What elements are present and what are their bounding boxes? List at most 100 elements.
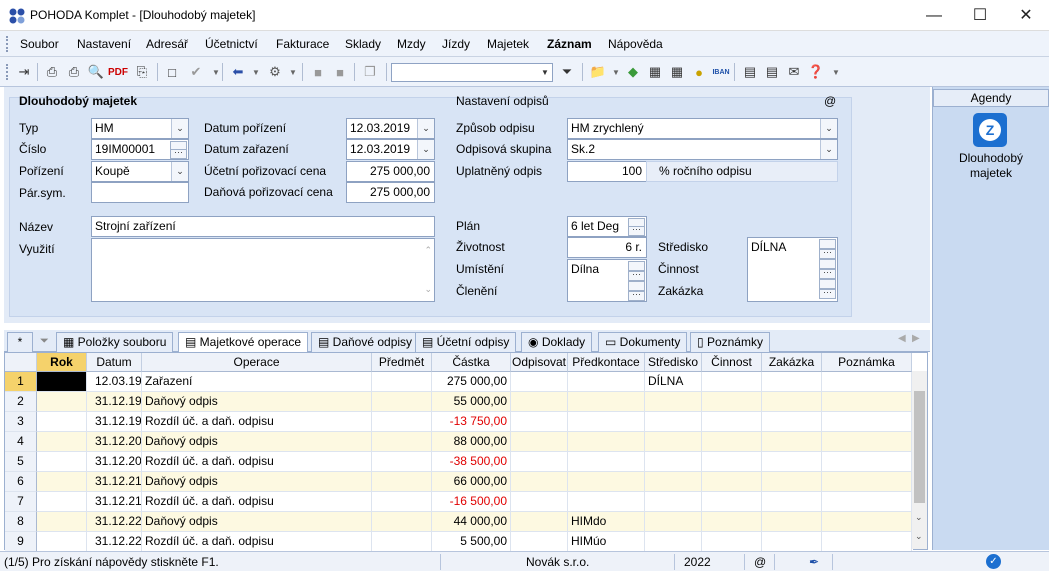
cell-poznamka[interactable] [822,412,912,432]
cell-predmet[interactable] [372,532,432,552]
coins-icon[interactable]: ● [689,62,709,82]
column-header-operace[interactable]: Operace [142,353,372,372]
cell-predmet[interactable] [372,432,432,452]
print-icon[interactable]: ⎙ [64,62,84,82]
ucetni-cena-field[interactable]: 275 000,00 [346,161,435,182]
agenda-item-label[interactable]: Dlouhodobý majetek [943,151,1039,181]
more-options-icon[interactable]: ··· [819,268,836,279]
zivotnost-field[interactable]: 6 r. [567,237,647,258]
exit-icon[interactable]: ⇥ [14,62,34,82]
cell-predkontace[interactable] [568,452,645,472]
cell-zakazka[interactable] [762,432,822,452]
cell-operace[interactable]: Zařazení [142,372,372,392]
settings-icon[interactable]: ⚙ [265,62,285,82]
cell-poznamka[interactable] [822,372,912,392]
tab-polozky-souboru[interactable]: ▦ Položky souboru [56,332,174,352]
cell-stredisko[interactable] [645,492,702,512]
cell-odpisovat[interactable] [511,472,568,492]
cell-stredisko[interactable] [645,392,702,412]
cell-stredisko[interactable] [645,532,702,552]
new-record-icon[interactable]: □ [162,62,182,82]
help-icon[interactable]: ❓ [806,62,826,82]
stredisko-list[interactable]: DÍLNA ··· ··· ··· [747,237,838,302]
cell-stredisko[interactable] [645,512,702,532]
preview-icon[interactable]: 🔍 [86,62,106,82]
column-header-predmet[interactable]: Předmět [372,353,432,372]
column-header-cinnost[interactable]: Činnost [702,353,762,372]
row-number[interactable]: 8 [5,512,37,532]
menu-majetek[interactable]: Majetek [487,37,529,51]
row-number[interactable]: 7 [5,492,37,512]
cell-operace[interactable]: Rozdíl úč. a daň. odpisu [142,412,372,432]
email-icon[interactable]: ✉ [784,62,804,82]
column-header-zakazka[interactable]: Zakázka [762,353,822,372]
folder-icon[interactable]: 📁 [588,62,608,82]
cell-operace[interactable]: Daňový odpis [142,392,372,412]
row-number[interactable]: 1 [5,372,37,392]
cell-zakazka[interactable] [762,412,822,432]
cell-predkontace[interactable]: HIMúo [568,532,645,552]
tab-poznamky[interactable]: ▯ Poznámky [690,332,770,352]
porizeni-select[interactable]: Koupě ⌄ [91,161,189,182]
column-header-predkontace[interactable]: Předkontace [568,353,645,372]
menu-mzdy[interactable]: Mzdy [397,37,426,51]
row-number[interactable]: 9 [5,532,37,552]
more-options-icon[interactable]: ··· [170,148,187,159]
cell-predkontace[interactable] [568,412,645,432]
back-arrow-icon[interactable]: ⬅ [228,62,248,82]
table-row[interactable]: 4 31.12.20 Daňový odpis 88 000,00 [5,432,913,452]
menu-adresar[interactable]: Adresář [146,37,188,51]
pen-icon[interactable]: ✒ [809,555,819,569]
cell-rok[interactable] [37,532,87,552]
cell-zakazka[interactable] [762,452,822,472]
cell-odpisovat[interactable] [511,512,568,532]
cell-poznamka[interactable] [822,512,912,532]
check-icon[interactable]: ✔ [186,62,206,82]
chevron-down-icon[interactable]: ▼ [538,64,552,81]
table-row[interactable]: 9 31.12.22 Rozdíl úč. a daň. odpisu 5 500,0… [5,532,913,552]
scroll-up-icon[interactable]: ⌃ [424,241,432,260]
tab-dokumenty[interactable]: ▭ Dokumenty [598,332,688,352]
cell-predmet[interactable] [372,372,432,392]
cell-cinnost[interactable] [702,452,762,472]
cell-rok[interactable] [37,452,87,472]
cell-datum[interactable]: 31.12.21 [87,492,142,512]
cell-zakazka[interactable] [762,532,822,552]
cell-datum[interactable]: 31.12.19 [87,412,142,432]
cell-predmet[interactable] [372,472,432,492]
row-number[interactable]: 6 [5,472,37,492]
umisteni-field[interactable]: Dílna ··· ··· [567,259,647,302]
cell-poznamka[interactable] [822,532,912,552]
cell-predkontace[interactable] [568,472,645,492]
cell-poznamka[interactable] [822,472,912,492]
cell-cinnost[interactable] [702,492,762,512]
chevron-down-icon[interactable]: ⌄ [171,119,188,138]
menu-nastaveni[interactable]: Nastavení [77,37,131,51]
tab-doklady[interactable]: ◉ Doklady [521,332,593,352]
menu-zaznam[interactable]: Záznam [547,37,592,51]
cell-cinnost[interactable] [702,432,762,452]
cell-cinnost[interactable] [702,512,762,532]
cell-zakazka[interactable] [762,512,822,532]
cell-predmet[interactable] [372,412,432,432]
table-row[interactable]: 8 31.12.22 Daňový odpis 44 000,00 HIMdo [5,512,913,532]
cell-zakazka[interactable] [762,492,822,512]
row-number[interactable]: 4 [5,432,37,452]
zpusob-select[interactable]: HM zrychlený ⌄ [567,118,838,139]
scroll-down-icon[interactable]: ⌄ [915,531,923,542]
chevron-down-icon[interactable]: ⌄ [820,140,837,159]
toolbar-combo[interactable]: ▼ [391,63,553,82]
vertical-scrollbar[interactable]: ⌄ ⌄ [912,371,927,549]
cell-datum[interactable]: 31.12.20 [87,452,142,472]
table-row[interactable]: 2 31.12.19 Daňový odpis 55 000,00 [5,392,913,412]
filter-icon[interactable]: ⏷ [40,335,49,348]
cell-predkontace[interactable]: HIMdo [568,512,645,532]
cell-predmet[interactable] [372,392,432,412]
cell-datum[interactable]: 31.12.19 [87,392,142,412]
cell-predmet[interactable] [372,492,432,512]
cell-predmet[interactable] [372,512,432,532]
nazev-field[interactable]: Strojní zařízení [91,216,435,237]
datum-zarazeni-field[interactable]: 12.03.2019 ⌄ [346,139,435,160]
cell-rok[interactable] [37,412,87,432]
cell-rok[interactable] [37,432,87,452]
